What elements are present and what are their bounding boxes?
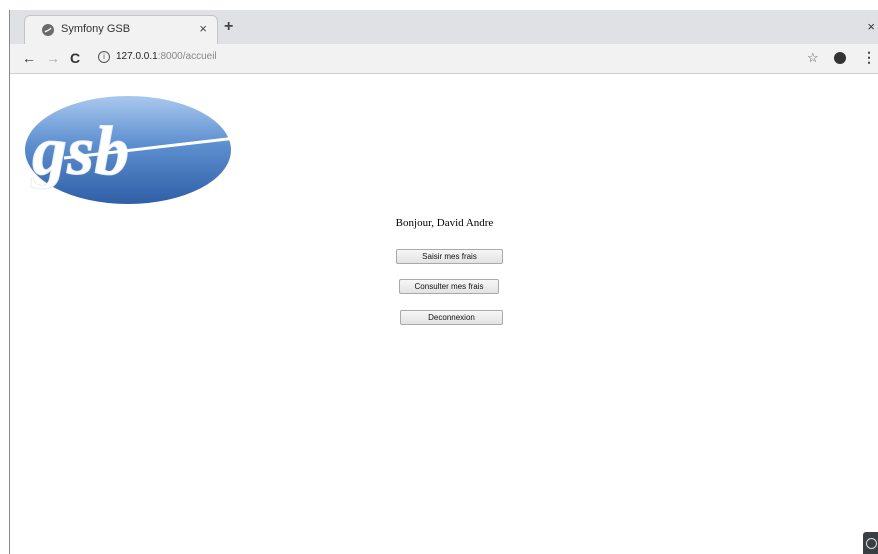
new-tab-icon[interactable]: + bbox=[224, 19, 233, 35]
star-icon[interactable]: ☆ bbox=[807, 50, 819, 66]
saisir-frais-button[interactable]: Saisir mes frais bbox=[396, 249, 503, 264]
url-path: :8000/accueil bbox=[157, 51, 217, 62]
info-icon[interactable]: i bbox=[98, 51, 110, 63]
back-icon[interactable]: ← bbox=[22, 50, 36, 66]
url-host: 127.0.0.1 bbox=[116, 51, 158, 62]
deconnexion-button[interactable]: Deconnexion bbox=[400, 310, 503, 325]
tab-symfony-gsb[interactable]: Symfony GSB × bbox=[24, 15, 218, 44]
forward-icon[interactable]: → bbox=[46, 50, 60, 66]
tab-strip: Symfony GSB × + × bbox=[10, 10, 878, 44]
tab-title: Symfony GSB bbox=[61, 23, 131, 35]
browser-window: Symfony GSB × + × ← → C i 127.0.0.1:8000… bbox=[9, 10, 878, 554]
page-content: gsb Bonjour, David Andre Saisir mes frai… bbox=[10, 74, 878, 554]
symfony-favicon-icon bbox=[42, 24, 54, 36]
tab-close-icon[interactable]: × bbox=[199, 21, 207, 37]
profile-icon[interactable] bbox=[834, 52, 846, 64]
browser-toolbar: ← → C i 127.0.0.1:8000/accueil ☆ ⋮ bbox=[10, 44, 878, 74]
window-close-icon[interactable]: × bbox=[867, 19, 875, 35]
gsb-logo: gsb bbox=[25, 96, 237, 204]
address-bar[interactable]: i 127.0.0.1:8000/accueil bbox=[92, 47, 812, 69]
menu-icon[interactable]: ⋮ bbox=[862, 49, 876, 65]
url-text: 127.0.0.1:8000/accueil bbox=[116, 51, 217, 62]
debug-toolbar-icon[interactable] bbox=[863, 532, 878, 554]
consulter-frais-button[interactable]: Consulter mes frais bbox=[399, 279, 499, 294]
reload-icon[interactable]: C bbox=[70, 50, 80, 66]
greeting-text: Bonjour, David Andre bbox=[395, 217, 494, 229]
